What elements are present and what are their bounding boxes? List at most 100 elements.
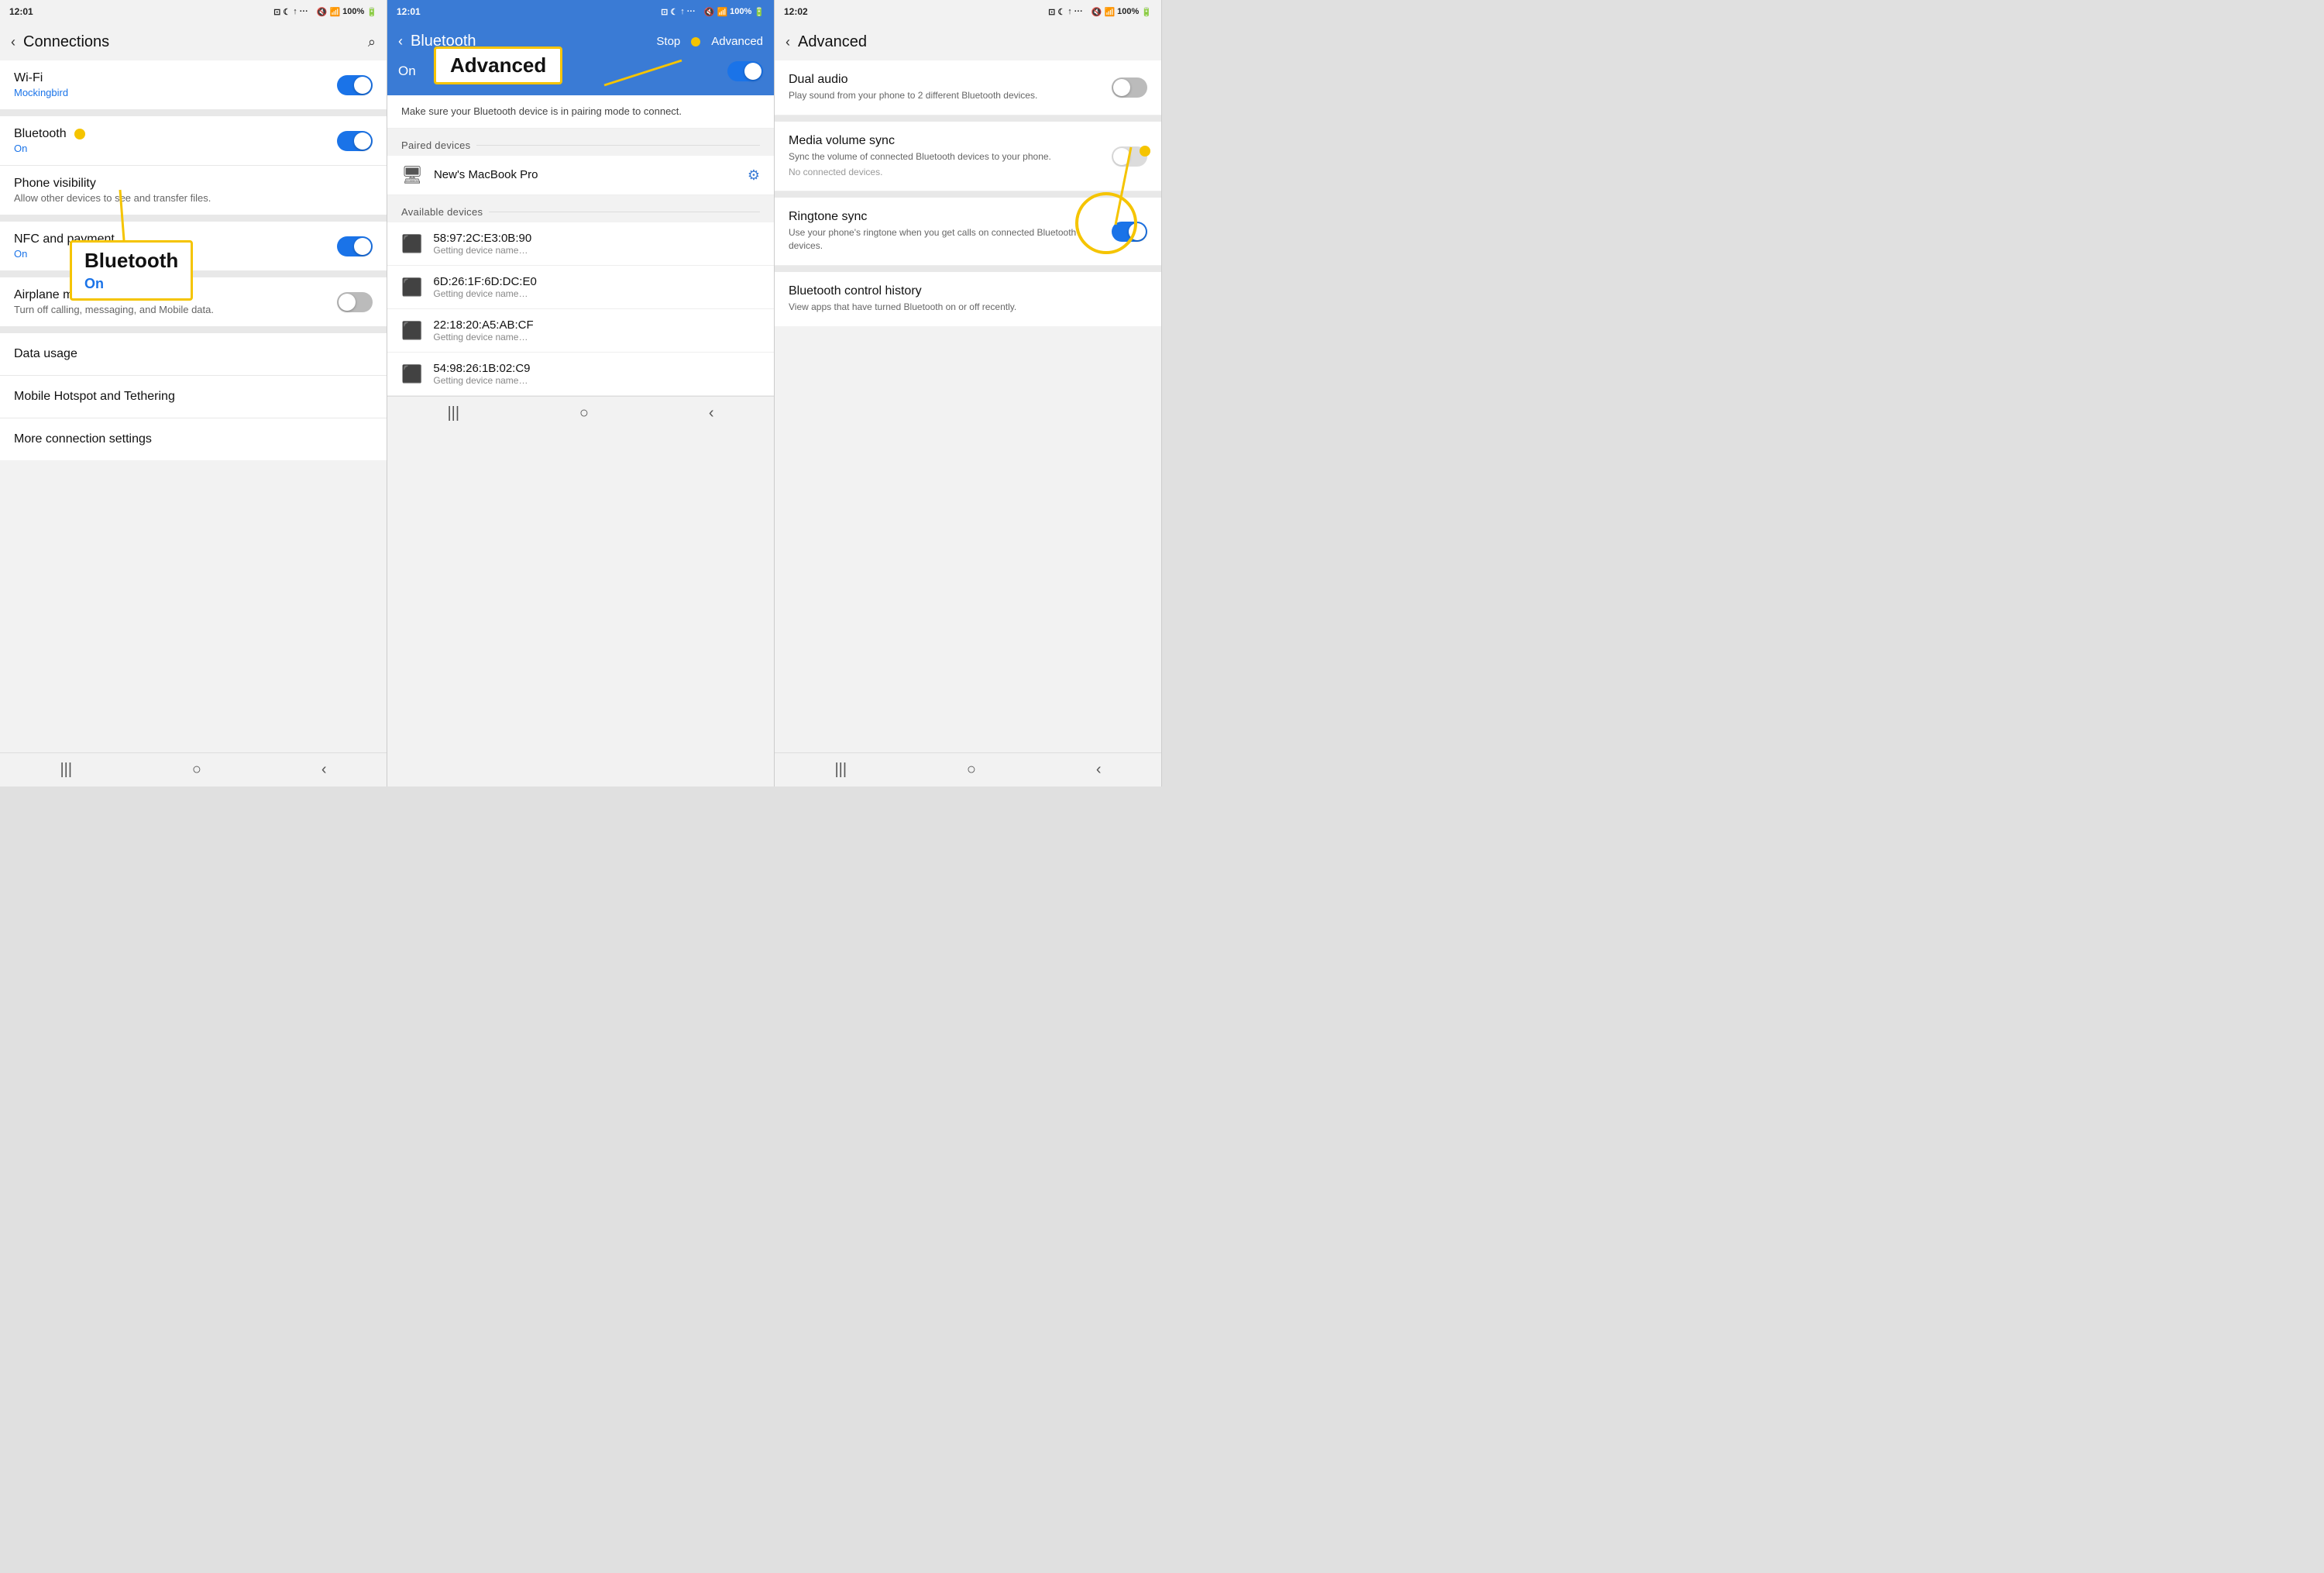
bottom-nav-2: ||| ○ ‹ [387,396,774,430]
list-item[interactable]: Wi-Fi Mockingbird [0,60,387,110]
device-icon: ⬛ [401,234,422,254]
wifi-label: Wi-Fi [14,71,68,85]
device-icon: ⬛ [401,364,422,384]
wifi-sub: Mockingbird [14,87,68,98]
bottom-nav-3: ||| ○ ‹ [775,752,1161,786]
time-3: 12:02 [784,6,808,17]
list-item[interactable]: ⬛ 58:97:2C:E3:0B:90 Getting device name… [387,222,774,266]
dual-audio-sub: Play sound from your phone to 2 differen… [789,89,1112,102]
nav-menu-icon[interactable]: ||| [834,761,847,779]
back-icon-2[interactable]: ‹ [398,33,403,50]
list-item[interactable]: More connection settings [0,418,387,460]
airplane-sub: Turn off calling, messaging, and Mobile … [14,304,214,315]
bluetooth-desc: Make sure your Bluetooth device is in pa… [387,95,774,129]
dual-audio-label: Dual audio [789,73,1112,87]
status-icons-3: ⊡ ☾ ↑ ··· 🔇 📶 100% 🔋 [1048,7,1152,17]
data-usage-label: Data usage [14,347,77,360]
bluetooth-title: Bluetooth [411,33,648,50]
dual-audio-dot [1140,146,1150,157]
ringtone-sync-sub: Use your phone's ringtone when you get c… [789,226,1112,253]
bluetooth-dot [74,129,85,139]
nav-menu-icon[interactable]: ||| [60,761,72,779]
bottom-nav-1: ||| ○ ‹ [0,752,387,786]
advanced-list: Dual audio Play sound from your phone to… [775,60,1161,752]
nav-home-icon[interactable]: ○ [579,404,589,422]
status-icons-2: ⊡ ☾ ↑ ··· 🔇 📶 100% 🔋 [661,7,765,17]
paired-devices-header: Paired devices [387,129,774,156]
list-item[interactable]: Media volume sync Sync the volume of con… [775,122,1161,192]
available-status-4: Getting device name… [433,375,760,386]
nav-back-icon[interactable]: ‹ [321,761,327,779]
list-item[interactable]: Ringtone sync Use your phone's ringtone … [775,198,1161,266]
list-item[interactable]: ⬛ 6D:26:1F:6D:DC:E0 Getting device name… [387,266,774,309]
list-item[interactable]: Airplane mode Turn off calling, messagin… [0,277,387,327]
list-item[interactable]: Mobile Hotspot and Tethering [0,376,387,418]
status-bar-1: 12:01 ⊡ ☾ ↑ ··· 🔇 📶 100% 🔋 [0,0,387,23]
media-vol-label: Media volume sync [789,134,1112,148]
laptop-icon: 🖥 [401,165,423,185]
paired-device-name: New's MacBook Pro [434,168,538,181]
available-mac-4: 54:98:26:1B:02:C9 [433,362,760,375]
phone-vis-sub: Allow other devices to see and transfer … [14,192,211,204]
gear-icon[interactable]: ⚙ [748,167,760,184]
list-item[interactable]: Bluetooth control history View apps that… [775,272,1161,326]
bluetooth-on-label: On [398,64,416,79]
nav-back-icon[interactable]: ‹ [1096,761,1102,779]
status-bar-2: 12:01 ⊡ ☾ ↑ ··· 🔇 📶 100% 🔋 [387,0,774,23]
status-icons-1: ⊡ ☾ ↑ ··· 🔇 📶 100% 🔋 [273,7,377,17]
nav-home-icon[interactable]: ○ [967,761,976,779]
nav-menu-icon[interactable]: ||| [447,404,459,422]
connections-list: Wi-Fi Mockingbird Bluetooth On Phone vis… [0,60,387,752]
back-icon-3[interactable]: ‹ [786,34,790,50]
annotation-sub: On [84,276,178,292]
ringtone-sync-label: Ringtone sync [789,210,1112,224]
available-status-3: Getting device name… [433,332,760,342]
bluetooth-label: Bluetooth [14,127,67,141]
ringtone-toggle[interactable] [1112,222,1147,242]
bluetooth-annotation-box: Bluetooth On [70,240,193,301]
device-icon: ⬛ [401,277,422,298]
list-item[interactable]: Phone visibility Allow other devices to … [0,166,387,215]
advanced-title: Advanced [798,33,1150,51]
bt-history-sub: View apps that have turned Bluetooth on … [789,301,1147,314]
list-item[interactable]: Dual audio Play sound from your phone to… [775,60,1161,115]
nav-back-icon[interactable]: ‹ [709,404,714,422]
stop-button[interactable]: Stop [656,35,680,48]
connections-topbar: ‹ Connections ⌕ [0,23,387,60]
wifi-toggle[interactable] [337,75,373,95]
dual-audio-toggle[interactable] [1112,77,1147,98]
nfc-toggle[interactable] [337,236,373,256]
time-2: 12:01 [397,6,421,17]
bluetooth-main-toggle[interactable] [727,61,763,81]
hotspot-label: Mobile Hotspot and Tethering [14,390,175,403]
bluetooth-sub: On [14,143,85,154]
advanced-button[interactable]: Advanced [711,35,763,48]
back-icon-1[interactable]: ‹ [11,34,15,50]
available-mac-3: 22:18:20:A5:AB:CF [433,318,760,332]
more-conn-label: More connection settings [14,432,152,446]
media-vol-sub: Sync the volume of connected Bluetooth d… [789,150,1112,163]
list-item[interactable]: ⬛ 54:98:26:1B:02:C9 Getting device name… [387,353,774,396]
list-item[interactable]: NFC and payment On [0,222,387,271]
list-item[interactable]: Data usage [0,333,387,376]
search-icon-1[interactable]: ⌕ [368,34,376,50]
available-status-1: Getting device name… [433,245,760,256]
available-mac-2: 6D:26:1F:6D:DC:E0 [433,275,760,288]
available-devices-header: Available devices [387,195,774,222]
media-vol-nosub: No connected devices. [789,166,1112,179]
advanced-topbar: ‹ Advanced [775,23,1161,60]
airplane-toggle[interactable] [337,292,373,312]
phone-vis-label: Phone visibility [14,177,211,191]
available-mac-1: 58:97:2C:E3:0B:90 [433,232,760,245]
bluetooth-header: ‹ Bluetooth Stop Advanced On [387,23,774,95]
list-item[interactable]: Bluetooth On [0,116,387,166]
list-item[interactable]: ⬛ 22:18:20:A5:AB:CF Getting device name… [387,309,774,353]
nav-home-icon[interactable]: ○ [192,761,201,779]
time-1: 12:01 [9,6,33,17]
header-dot [691,37,700,46]
bluetooth-toggle[interactable] [337,131,373,151]
list-item[interactable]: 🖥 New's MacBook Pro ⚙ [387,156,774,195]
annotation-main: Bluetooth [84,249,178,273]
status-bar-3: 12:02 ⊡ ☾ ↑ ··· 🔇 📶 100% 🔋 [775,0,1161,23]
panel-advanced: 12:02 ⊡ ☾ ↑ ··· 🔇 📶 100% 🔋 ‹ Advanced Du… [775,0,1162,786]
